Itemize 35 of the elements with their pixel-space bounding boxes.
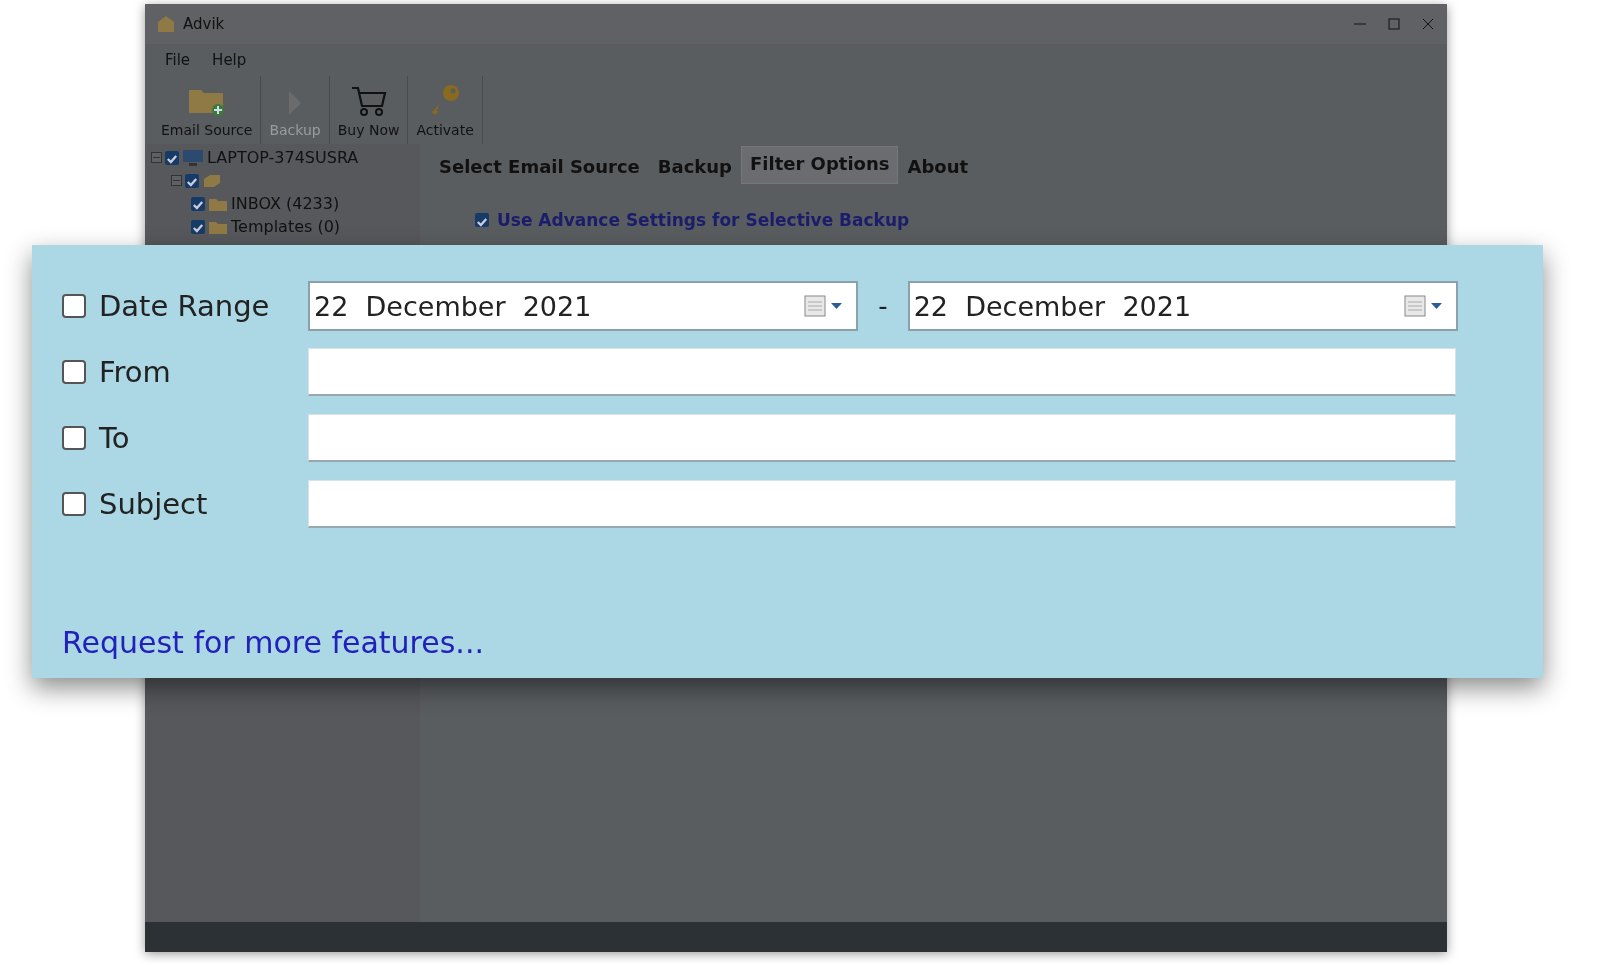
date-picker[interactable]: 22 December 2021 — [308, 281, 859, 331]
checkbox-label: Use Advance Settings for Selective Backup — [497, 210, 910, 230]
tree-item[interactable]: INBOX (4233) — [231, 194, 340, 213]
date-picker[interactable]: 22 December 2021 — [907, 281, 1458, 331]
checkbox[interactable] — [165, 150, 179, 165]
input-field[interactable] — [308, 480, 1456, 528]
feature-request-link[interactable]: Request for more features... — [62, 625, 484, 660]
tab[interactable]: Select Email Source — [430, 149, 649, 184]
computer-icon — [182, 148, 204, 167]
checkbox[interactable] — [475, 213, 489, 227]
storage-icon — [202, 172, 222, 189]
range-separator: - — [878, 291, 888, 321]
checkbox[interactable] — [191, 196, 205, 211]
checkbox[interactable] — [62, 492, 86, 516]
window-title: Advik — [183, 15, 225, 33]
filter-label: To — [99, 421, 130, 455]
tab[interactable]: Filter Options — [741, 146, 899, 184]
checkbox[interactable] — [191, 219, 205, 234]
input-field[interactable] — [308, 348, 1456, 396]
checkbox[interactable] — [62, 426, 86, 450]
toolbar-button[interactable]: Activate — [408, 76, 483, 144]
checkbox[interactable] — [62, 294, 86, 318]
tree-item[interactable]: Templates (0) — [231, 217, 341, 236]
tree-item[interactable]: LAPTOP-374SUSRA — [207, 148, 359, 167]
close-icon[interactable] — [1421, 17, 1435, 31]
menu-item[interactable]: File — [165, 51, 191, 69]
filter-label: Date Range — [99, 289, 270, 323]
tab[interactable]: Backup — [648, 149, 741, 184]
filter-label: Subject — [99, 487, 208, 521]
checkbox[interactable] — [62, 360, 86, 384]
tab[interactable]: About — [898, 149, 978, 184]
filter-label: From — [99, 355, 171, 389]
checkbox[interactable] — [185, 173, 199, 188]
input-field[interactable] — [308, 414, 1456, 462]
menu-item[interactable]: Help — [212, 51, 247, 69]
